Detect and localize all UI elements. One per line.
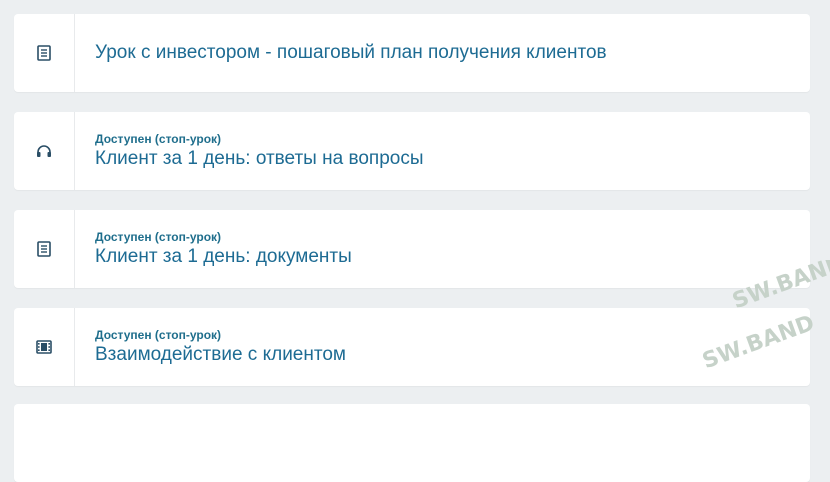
lesson-status: Доступен (стоп-урок): [95, 328, 222, 342]
lesson-title[interactable]: Взаимодействие с клиентом: [95, 344, 810, 366]
lesson-icon-cell: [14, 210, 75, 288]
lesson-icon-cell: [14, 308, 75, 386]
lesson-text: Доступен (стоп-урок) Взаимодействие с кл…: [75, 308, 810, 386]
lesson-card[interactable]: Доступен (стоп-урок) Клиент за 1 день: о…: [14, 112, 810, 190]
headphones-icon: [36, 144, 52, 158]
lesson-title[interactable]: Клиент за 1 день: ответы на вопросы: [95, 148, 810, 170]
lesson-icon-cell: [14, 112, 75, 190]
film-icon: [36, 340, 52, 354]
lesson-status: Доступен (стоп-урок): [95, 132, 222, 146]
lesson-text: Доступен (стоп-урок) Клиент за 1 день: д…: [75, 210, 810, 288]
lesson-text: Урок с инвестором - пошаговый план получ…: [75, 14, 810, 92]
lesson-card[interactable]: [14, 404, 810, 482]
lesson-card[interactable]: Доступен (стоп-урок) Клиент за 1 день: д…: [14, 210, 810, 288]
document-icon: [37, 45, 51, 61]
lesson-status: Доступен (стоп-урок): [95, 230, 222, 244]
lesson-title[interactable]: Урок с инвестором - пошаговый план получ…: [95, 42, 810, 64]
lesson-text: Доступен (стоп-урок) Клиент за 1 день: о…: [75, 112, 810, 190]
lesson-title[interactable]: Клиент за 1 день: документы: [95, 246, 810, 268]
document-icon: [37, 241, 51, 257]
lesson-card[interactable]: Доступен (стоп-урок) Взаимодействие с кл…: [14, 308, 810, 386]
lesson-icon-cell: [14, 14, 75, 92]
lesson-card[interactable]: Урок с инвестором - пошаговый план получ…: [14, 14, 810, 92]
